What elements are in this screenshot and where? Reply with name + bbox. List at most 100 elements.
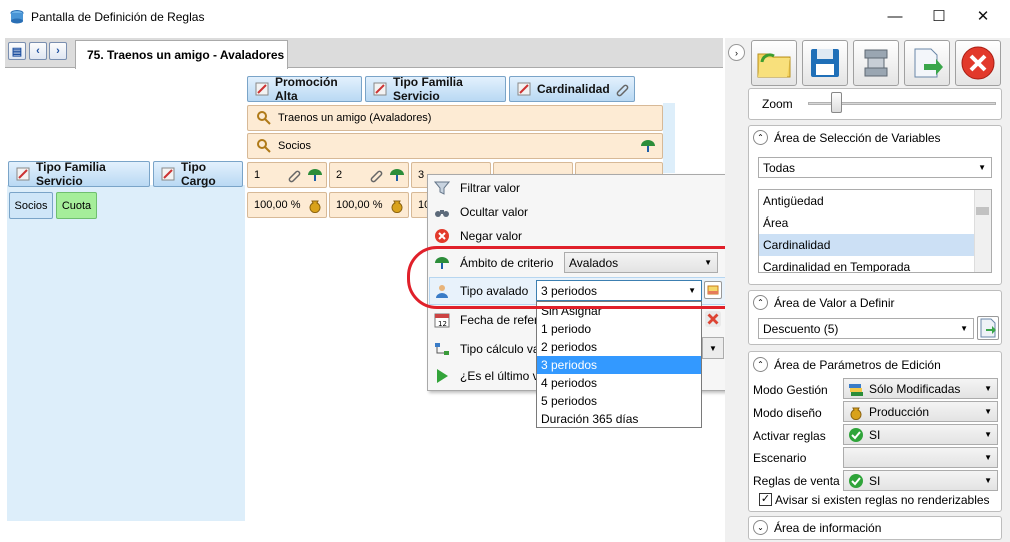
open-folder-button[interactable] (751, 40, 797, 86)
promo-cell-socios[interactable]: Socios (247, 133, 663, 159)
value-cell-1[interactable]: 100,00 % (247, 192, 327, 218)
card-cell-1[interactable]: 1 (247, 162, 327, 188)
col-header-tipo-familia-servicio[interactable]: Tipo Familia Servicio (365, 75, 506, 103)
zoom-slider-thumb[interactable] (830, 92, 842, 113)
link-icon (616, 84, 628, 97)
parametros-title: Área de Parámetros de Edición (774, 357, 941, 372)
money-bag-icon (391, 200, 403, 213)
play-icon (437, 369, 448, 383)
umbrella-icon (308, 169, 322, 181)
document-arrow-icon (980, 318, 996, 338)
row-header-tipo-cargo[interactable]: Tipo Cargo (153, 160, 243, 188)
collapse-icon: ⌃ (753, 130, 768, 145)
collapse-panel-button[interactable]: › (728, 44, 745, 61)
valor-header[interactable]: ⌃ Área de Valor a Definir (753, 295, 895, 310)
valor-apply-button[interactable] (977, 316, 999, 340)
row-header-tipo-familia-servicio[interactable]: Tipo Familia Servicio (8, 160, 150, 188)
variables-list: Antigüedad Área Cardinalidad Cardinalida… (758, 189, 992, 273)
calculo-combo-arrow[interactable]: ▼ (702, 337, 724, 359)
parametros-header[interactable]: ⌃ Área de Parámetros de Edición (753, 357, 941, 372)
seleccion-header[interactable]: ⌃ Área de Selección de Variables (753, 130, 941, 145)
filter-variable-icon (161, 167, 175, 181)
value-cell-label: 100,00 % (336, 199, 383, 211)
informacion-header[interactable]: ⌄ Área de información (753, 520, 881, 535)
highlight-annotation (407, 246, 755, 309)
red-x-icon[interactable] (704, 310, 722, 328)
app-icon (10, 10, 24, 24)
collapse-icon: ⌃ (753, 357, 768, 372)
dropdown-option[interactable]: 2 periodos (537, 338, 701, 356)
layers-icon (849, 383, 863, 396)
param-value: SI (869, 427, 881, 442)
dropdown-option[interactable]: 4 periodos (537, 374, 701, 392)
card-cell-label: 3 (418, 169, 425, 181)
row-header-label: Tipo Cargo (181, 160, 216, 188)
variables-filter-value: Todas (763, 160, 796, 175)
card-cell-2[interactable]: 2 (329, 162, 409, 188)
database-tools-button[interactable] (853, 40, 899, 86)
hierarchy-icon (435, 343, 449, 355)
export-button[interactable] (904, 40, 950, 86)
reglas-venta-combo[interactable]: SI ▼ (843, 470, 998, 491)
avisar-checkbox-label: Avisar si existen reglas no renderizable… (775, 493, 990, 507)
row-chip-cuota[interactable]: Cuota (56, 192, 97, 219)
money-bag-icon (309, 200, 321, 213)
promo-cell-traenos[interactable]: Traenos un amigo (Avaladores) (247, 105, 663, 131)
close-button[interactable] (955, 40, 1001, 86)
seleccion-title: Área de Selección de Variables (774, 130, 941, 145)
value-cell-2[interactable]: 100,00 % (329, 192, 409, 218)
title-bar: Pantalla de Definición de Reglas (0, 0, 1010, 34)
tab-list-icon[interactable]: ▤ (8, 42, 26, 60)
col-header-cardinalidad[interactable]: Cardinalidad (509, 76, 635, 102)
database-icon (864, 49, 888, 77)
tab-prev-button[interactable]: ‹ (29, 42, 47, 60)
value-cell-label: 100,00 % (254, 199, 301, 211)
filter-variable-icon (373, 82, 387, 96)
valor-combo[interactable]: Descuento (5) ▼ (758, 318, 974, 339)
modo-diseno-combo[interactable]: Producción ▼ (843, 401, 998, 422)
tab-document[interactable]: 75. Traenos un amigo - Avaladores (75, 40, 288, 69)
maximize-button[interactable]: ☐ (916, 0, 962, 32)
variables-filter-combo[interactable]: Todas ▼ (758, 157, 992, 178)
col-header-label: Cardinalidad (537, 82, 610, 96)
filter-variable-icon (255, 82, 269, 96)
list-item[interactable]: Antigüedad (759, 190, 991, 212)
variables-scrollbar[interactable] (974, 190, 991, 272)
card-cell-label: 2 (336, 169, 343, 181)
informacion-title: Área de información (774, 520, 882, 535)
modo-gestion-combo[interactable]: Sólo Modificadas ▼ (843, 378, 998, 399)
valor-title: Área de Valor a Definir (774, 295, 895, 310)
tab-next-button[interactable]: › (49, 42, 67, 60)
expand-icon: ⌄ (753, 520, 768, 535)
dropdown-option[interactable]: 1 periodo (537, 320, 701, 338)
row-chip-socios[interactable]: Socios (9, 192, 53, 219)
param-label: Modo diseño (753, 406, 822, 420)
save-button[interactable] (802, 40, 848, 86)
chevron-down-icon: ▼ (984, 476, 992, 485)
umbrella-icon (390, 169, 404, 181)
param-label: Activar reglas (753, 429, 826, 443)
umbrella-icon (641, 140, 655, 152)
minimize-button[interactable]: — (872, 0, 918, 32)
close-window-button[interactable]: ✕ (960, 0, 1006, 32)
collapse-icon: ⌃ (753, 295, 768, 310)
list-item[interactable]: Cardinalidad en Temporada (759, 256, 991, 272)
scrollbar-thumb[interactable] (976, 207, 989, 215)
calendar-icon: 12 (434, 313, 450, 328)
binoculars-icon (435, 210, 449, 217)
list-item-selected[interactable]: Cardinalidad (759, 234, 975, 256)
window-title: Pantalla de Definición de Reglas (31, 10, 205, 24)
avisar-checkbox[interactable]: ✓ (759, 493, 772, 506)
activar-reglas-combo[interactable]: SI ▼ (843, 424, 998, 445)
dropdown-option[interactable]: 5 periodos (537, 392, 701, 410)
search-icon (257, 111, 271, 125)
dropdown-option-selected[interactable]: 3 periodos (537, 356, 701, 374)
close-icon (961, 46, 995, 80)
link-icon (288, 170, 301, 183)
menu-item-label: Filtrar valor (460, 181, 521, 195)
dropdown-option[interactable]: Duración 365 días (537, 410, 701, 428)
escenario-combo[interactable]: ▼ (843, 447, 998, 468)
col-header-promocion-alta[interactable]: Promoción Alta (247, 75, 362, 103)
promo-cell-label: Traenos un amigo (Avaladores) (278, 112, 432, 124)
list-item[interactable]: Área (759, 212, 991, 234)
